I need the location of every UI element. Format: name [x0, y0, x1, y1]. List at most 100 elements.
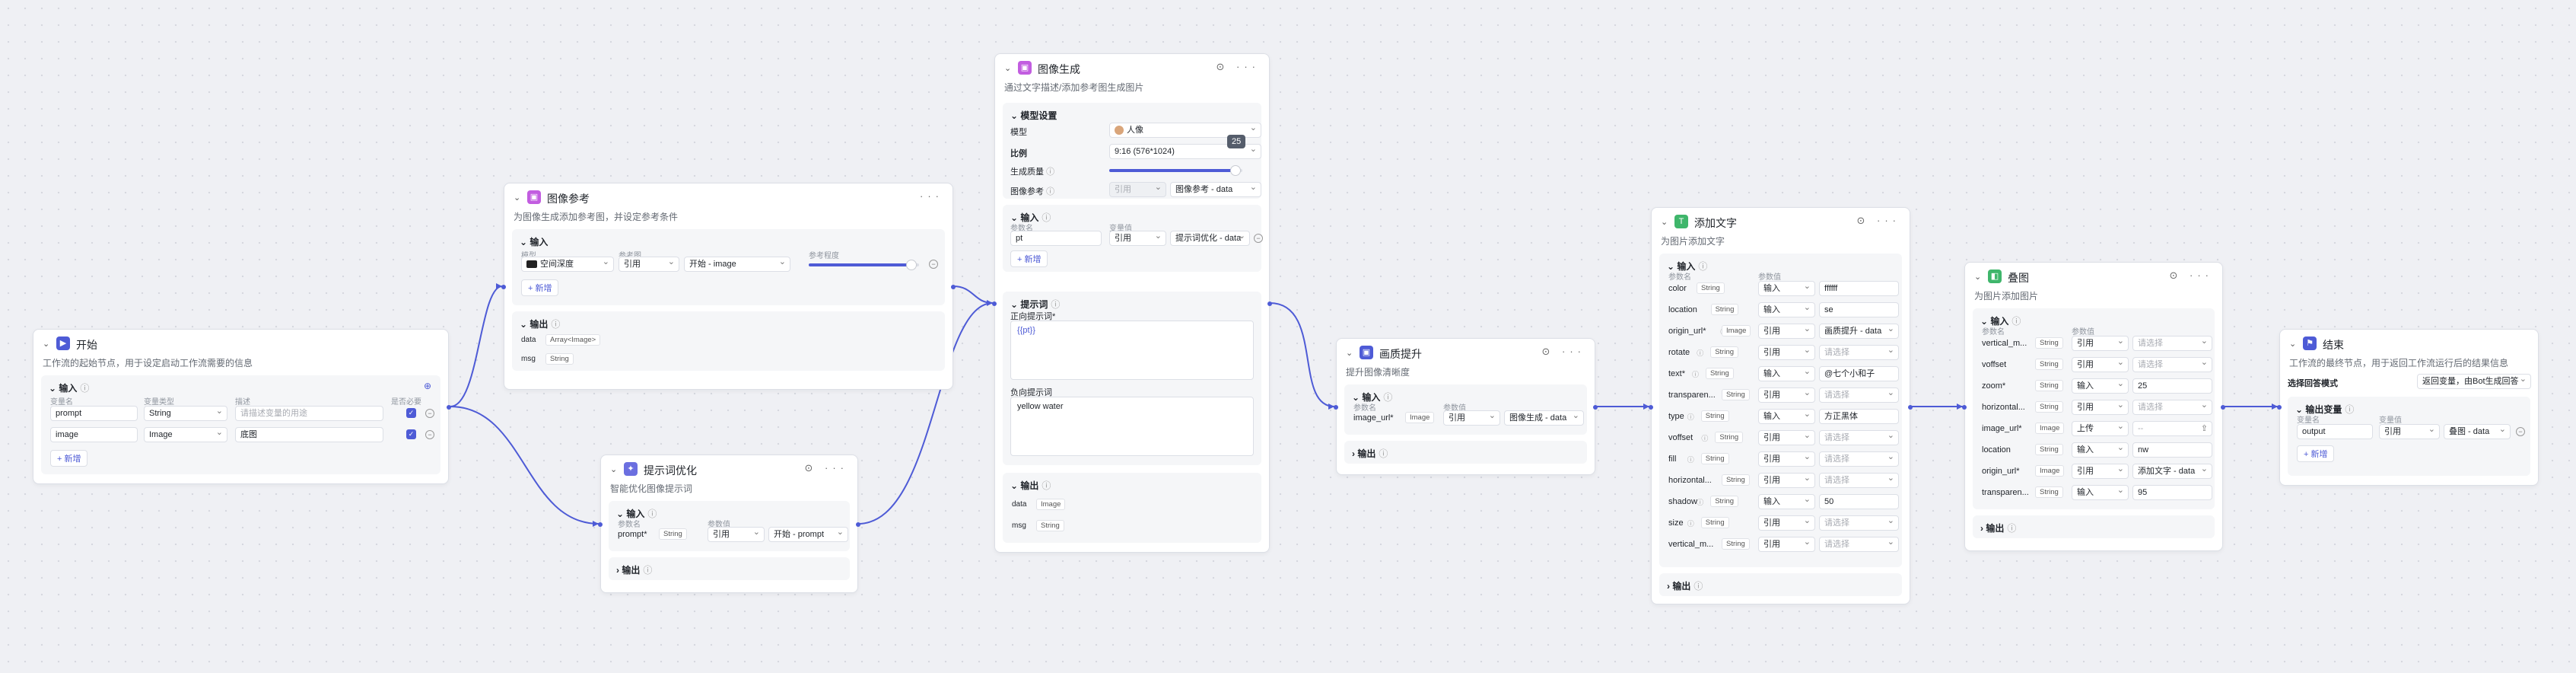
param-value-input[interactable]: @七个小和子	[1819, 366, 1899, 381]
var-type-select[interactable]: Image	[144, 427, 227, 442]
param-mode-select[interactable]: 输入	[2072, 378, 2129, 394]
output-port[interactable]	[856, 522, 860, 527]
node-end[interactable]: ⌄ ⚑ 结束 工作流的最终节点，用于返回工作流运行后的结果信息 选择回答模式 返…	[2277, 329, 2539, 486]
var-value-select[interactable]: 叠图 - data	[2444, 424, 2511, 439]
param-mode-select[interactable]: 引用	[1443, 410, 1500, 426]
remove-row-icon[interactable]: −	[425, 430, 434, 439]
param-mode-select[interactable]: 引用	[1758, 324, 1815, 339]
param-mode-select[interactable]: 引用	[1758, 537, 1815, 552]
section-title[interactable]: ⌄ 输出 ⓘ	[1010, 479, 1051, 492]
add-button[interactable]: + 新增	[1010, 250, 1048, 267]
degree-slider[interactable]	[809, 260, 919, 270]
param-value-select[interactable]: 请选择	[2132, 357, 2212, 372]
param-value-input[interactable]: se	[1819, 302, 1899, 317]
param-mode-select[interactable]: 引用	[708, 527, 765, 542]
chevron-down-icon[interactable]: ⌄	[1346, 348, 1353, 358]
add-button[interactable]: + 新增	[50, 450, 88, 467]
node-image-overlay[interactable]: ⌄ ◧ 叠图 ⊙ ··· 为图片添加图片 ⌄ 输入 ⓘ 参数名 参数值 verti…	[1962, 262, 2225, 551]
node-start[interactable]: ⌄ ▶ 开始 工作流的起始节点，用于设定启动工作流需要的信息 ⌄ 输入 ⓘ ⊕ 变…	[33, 329, 451, 484]
remove-row-icon[interactable]: −	[425, 409, 434, 418]
param-mode-select[interactable]: 引用	[1758, 515, 1815, 531]
param-value-select[interactable]: 请选择	[2132, 336, 2212, 351]
chevron-down-icon[interactable]: ⌄	[2289, 339, 2296, 349]
param-value-input[interactable]: nw	[2132, 442, 2212, 458]
param-value-select[interactable]: 画质提升 - data	[1819, 324, 1899, 339]
param-value-select[interactable]: 请选择	[1819, 345, 1899, 360]
more-icon[interactable]: ···	[920, 190, 943, 202]
var-name-input[interactable]: prompt	[50, 406, 138, 421]
add-button[interactable]: + 新增	[2297, 445, 2335, 462]
param-mode-select[interactable]: 输入	[1758, 281, 1815, 296]
param-value-select[interactable]: 图像生成 - data	[1504, 410, 1584, 426]
positive-prompt-input[interactable]: {{pt}}	[1010, 321, 1254, 380]
param-value-select[interactable]: 请选择	[1819, 537, 1899, 552]
section-title[interactable]: › 输出 ⓘ	[1352, 447, 1388, 460]
ref-value-select[interactable]: 开始 - image	[684, 257, 790, 272]
upload-icon[interactable]: ⇪	[2201, 422, 2208, 435]
param-mode-select[interactable]: 输入	[1758, 494, 1815, 509]
param-mode-select[interactable]: 引用	[1758, 451, 1815, 467]
param-mode-select[interactable]: 引用	[2072, 464, 2129, 479]
var-mode-select[interactable]: 引用	[2379, 424, 2440, 439]
answer-mode-select[interactable]: 返回变量，由Bot生成回答	[2417, 374, 2531, 389]
section-title[interactable]: ⌄ 输出 ⓘ	[520, 317, 560, 330]
remove-row-icon[interactable]: −	[2516, 427, 2525, 436]
output-port[interactable]	[2221, 405, 2225, 410]
more-icon[interactable]: ⊙ ···	[1216, 61, 1261, 73]
chevron-down-icon[interactable]: ⌄	[610, 464, 617, 474]
required-checkbox[interactable]: ✓	[406, 408, 416, 418]
input-port[interactable]	[598, 522, 603, 527]
section-title[interactable]: ⌄ 模型设置	[1010, 109, 1057, 122]
param-value-select[interactable]: 提示词优化 - data	[1170, 231, 1250, 246]
param-value-select[interactable]: 请选择	[1819, 430, 1899, 445]
param-mode-select[interactable]: 引用	[2072, 336, 2129, 351]
var-name-input[interactable]: output	[2297, 424, 2373, 439]
add-button[interactable]: + 新增	[521, 279, 559, 296]
param-mode-select[interactable]: 输入	[2072, 485, 2129, 500]
param-mode-select[interactable]: 上传	[2072, 421, 2129, 436]
param-value-select[interactable]: 请选择	[1819, 451, 1899, 467]
ref-mode-select[interactable]: 引用	[619, 257, 679, 272]
negative-prompt-input[interactable]: yellow water	[1010, 397, 1254, 456]
param-name-input[interactable]: pt	[1010, 231, 1102, 246]
section-title[interactable]: › 输出 ⓘ	[1667, 579, 1703, 592]
node-prompt-optimization[interactable]: ⌄ ✦ 提示词优化 ⊙ ··· 智能优化图像提示词 ⌄ 输入 ⓘ 参数名 参数值 …	[598, 455, 860, 593]
param-mode-select[interactable]: 输入	[2072, 442, 2129, 458]
param-value-input[interactable]: 95	[2132, 485, 2212, 500]
section-title[interactable]: ⌄ 输入 ⓘ	[49, 381, 89, 394]
param-value-select[interactable]: 请选择	[1819, 388, 1899, 403]
var-desc-input[interactable]: 底图	[235, 427, 383, 442]
param-value-select[interactable]: 请选择	[2132, 400, 2212, 415]
ref-value-select[interactable]: 图像参考 - data	[1170, 182, 1261, 197]
section-title[interactable]: › 输出 ⓘ	[616, 563, 652, 576]
more-icon[interactable]: ⊙ ···	[805, 462, 849, 474]
param-mode-select[interactable]: 输入	[1758, 302, 1815, 317]
model-select[interactable]: 空间深度	[521, 257, 614, 272]
chevron-down-icon[interactable]: ⌄	[43, 339, 49, 349]
node-add-text[interactable]: ⌄ T 添加文字 ⊙ ··· 为图片添加文字 ⌄ 输入 ⓘ 参数名 参数值 col…	[1649, 207, 1913, 604]
param-value-select[interactable]: 请选择	[1819, 515, 1899, 531]
param-mode-select[interactable]: 引用	[1758, 345, 1815, 360]
param-mode-select[interactable]: 引用	[1758, 388, 1815, 403]
param-mode-select[interactable]: 引用	[2072, 357, 2129, 372]
param-value-input[interactable]: 方正黑体	[1819, 409, 1899, 424]
output-port[interactable]	[1267, 301, 1272, 306]
param-value-input[interactable]: ffffff	[1819, 281, 1899, 296]
param-value-select[interactable]: 开始 - prompt	[768, 527, 848, 542]
section-title[interactable]: ⌄ 提示词 ⓘ	[1010, 298, 1060, 311]
remove-row-icon[interactable]: −	[1254, 234, 1263, 243]
param-value-select[interactable]: 请选择	[1819, 473, 1899, 488]
slider-knob[interactable]	[905, 260, 917, 270]
output-port[interactable]	[447, 405, 451, 410]
chevron-down-icon[interactable]: ⌄	[514, 193, 520, 203]
param-mode-select[interactable]: 引用	[2072, 400, 2129, 415]
node-quality-enhance[interactable]: ⌄ ▣ 画质提升 ⊙ ··· 提升图像清晰度 ⌄ 输入 ⓘ 参数名 参数值 ima…	[1334, 338, 1598, 475]
input-port[interactable]	[2277, 405, 2282, 410]
input-port[interactable]	[1334, 405, 1338, 410]
quality-slider[interactable]	[1109, 165, 1242, 176]
var-type-select[interactable]: String	[144, 406, 227, 421]
param-mode-select[interactable]: 输入	[1758, 409, 1815, 424]
remove-row-icon[interactable]: −	[929, 260, 938, 269]
more-icon[interactable]: ⊙ ···	[1542, 346, 1586, 358]
slider-knob[interactable]	[1230, 165, 1242, 176]
